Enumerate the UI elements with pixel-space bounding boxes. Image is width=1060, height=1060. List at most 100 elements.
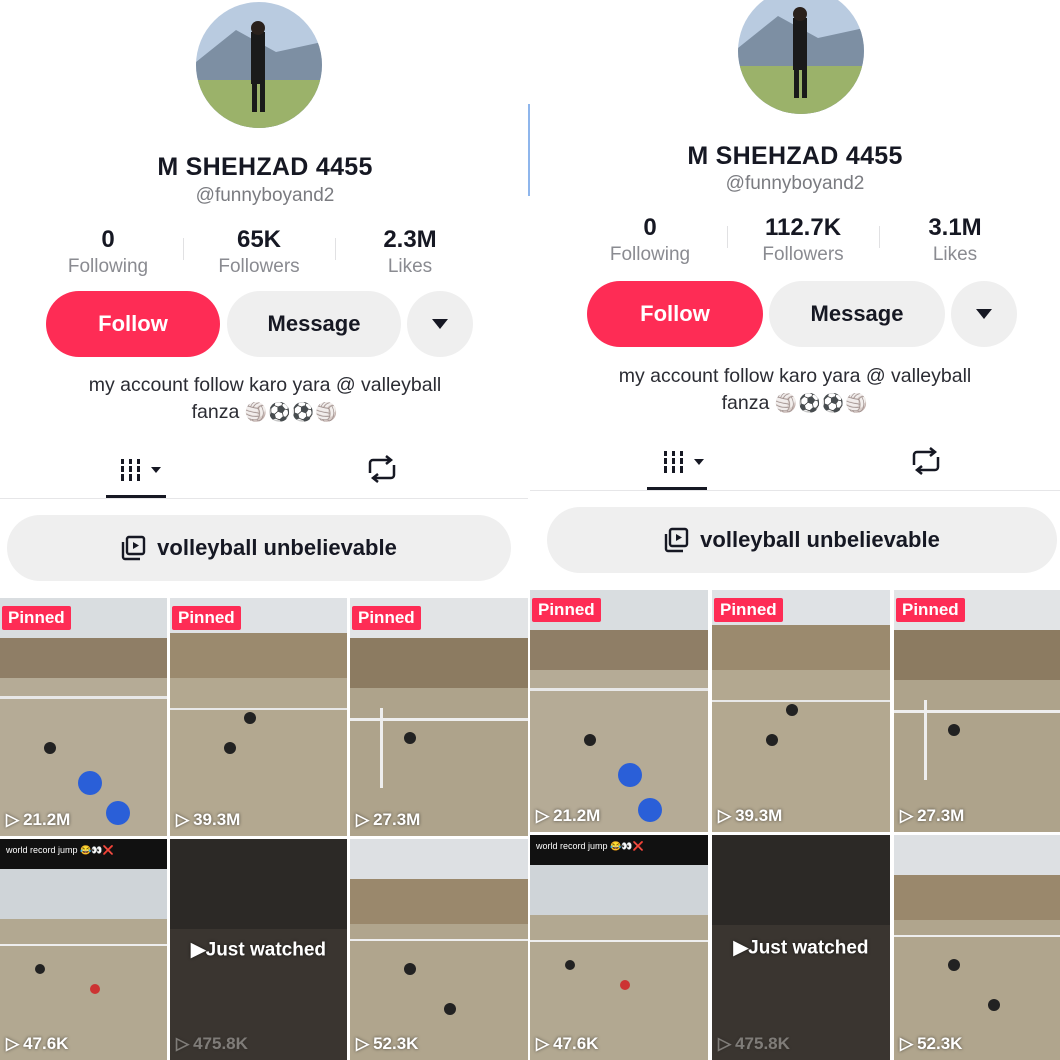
video-thumbnail[interactable]: Pinned ▷ 21.2M (0, 598, 167, 836)
just-watched-label: ▶Just watched (733, 937, 869, 958)
view-count: ▷ 27.3M (356, 810, 421, 829)
followers-count: 112.7K (764, 214, 842, 241)
stat-likes[interactable]: 2.3M Likes (340, 226, 480, 278)
following-label: Following (67, 256, 149, 277)
likes-label: Likes (932, 244, 978, 265)
play-icon: ▷ (536, 1034, 550, 1053)
following-count: 0 (643, 214, 657, 241)
view-count: ▷ 21.2M (6, 810, 71, 829)
video-caption: world record jump 😂👀❌ (536, 841, 644, 851)
follow-button[interactable]: Follow (587, 281, 763, 347)
stat-following[interactable]: 0 Following (38, 226, 178, 278)
chevron-down-icon (976, 309, 992, 319)
repost-icon[interactable] (364, 453, 400, 485)
play-icon: ▶ (191, 939, 206, 960)
video-thumbnail[interactable]: Pinned ▷ 39.3M (170, 598, 347, 836)
view-count: ▷ 475.8K (176, 1034, 248, 1053)
play-icon: ▶ (733, 937, 749, 958)
video-thumbnail[interactable]: Pinned ▷ 27.3M (894, 590, 1060, 832)
video-thumbnail[interactable]: ▶Just watched ▷ 475.8K (170, 839, 347, 1060)
followers-label: Followers (762, 244, 844, 265)
likes-count: 3.1M (928, 214, 982, 241)
message-button[interactable]: Message (769, 281, 945, 347)
view-count: ▷ 475.8K (718, 1034, 790, 1053)
video-caption: world record jump 😂👀❌ (6, 845, 114, 855)
avatar[interactable] (738, 0, 864, 114)
view-count: ▷ 21.2M (536, 806, 601, 825)
video-grid: Pinned ▷ 21.2M Pinned ▷ 39.3M Pinned ▷ 27.3… (530, 590, 1060, 1060)
playlist-icon (121, 535, 146, 561)
video-thumbnail[interactable]: ▷ 52.3K (894, 835, 1060, 1060)
view-count: ▷ 47.6K (536, 1034, 599, 1053)
stat-following[interactable]: 0 Following (580, 214, 720, 266)
profile-panel-right: M SHEHZAD 4455 @funnyboyand2 0 Following… (530, 0, 1060, 1060)
play-icon: ▷ (536, 806, 550, 825)
username-handle: @funnyboyand2 (725, 173, 865, 194)
video-thumbnail[interactable]: world record jump 😂👀❌ ▷ 47.6K (0, 839, 167, 1060)
bio-line-2: fanza (721, 392, 770, 414)
pinned-badge: Pinned (2, 606, 71, 630)
playlist-button[interactable]: volleyball unbelievable (547, 507, 1057, 573)
username-handle: @funnyboyand2 (195, 185, 335, 206)
display-name: M SHEHZAD 4455 (157, 153, 373, 181)
pinned-badge: Pinned (532, 598, 601, 622)
play-icon: ▷ (6, 1034, 20, 1053)
play-icon: ▷ (718, 1034, 732, 1053)
view-count: ▷ 47.6K (6, 1034, 69, 1053)
playlist-label: volleyball unbelievable (157, 535, 397, 560)
videos-grid-icon[interactable] (661, 447, 707, 477)
bio: my account follow karo yara @ valleyball… (530, 363, 1060, 417)
video-thumbnail[interactable]: Pinned ▷ 39.3M (712, 590, 890, 832)
view-count: ▷ 52.3K (356, 1034, 419, 1053)
followers-count: 65K (236, 226, 282, 253)
bio-emoji: 🏐⚽⚽🏐 (244, 402, 339, 423)
stat-followers[interactable]: 112.7K Followers (733, 214, 873, 266)
profile-panel-left: M SHEHZAD 4455 @funnyboyand2 0 Following… (0, 0, 530, 1060)
play-icon: ▷ (718, 806, 732, 825)
stat-followers[interactable]: 65K Followers (189, 226, 329, 278)
video-thumbnail[interactable]: Pinned ▷ 21.2M (530, 590, 708, 832)
videos-grid-icon[interactable] (118, 455, 164, 485)
view-count: ▷ 39.3M (176, 810, 241, 829)
bio-line-2: fanza (191, 401, 240, 423)
just-watched-label: ▶Just watched (191, 939, 326, 960)
playlist-label: volleyball unbelievable (700, 527, 940, 552)
repost-icon[interactable] (908, 445, 944, 477)
bio: my account follow karo yara @ valleyball… (0, 372, 530, 426)
play-icon: ▷ (900, 806, 914, 825)
play-icon: ▷ (6, 810, 20, 829)
bio-emoji: 🏐⚽⚽🏐 (774, 393, 869, 414)
pinned-badge: Pinned (896, 598, 965, 622)
play-icon: ▷ (356, 810, 370, 829)
display-name: M SHEHZAD 4455 (687, 142, 903, 170)
more-options-button[interactable] (951, 281, 1017, 347)
play-icon: ▷ (356, 1034, 370, 1053)
video-grid: Pinned ▷ 21.2M Pinned ▷ 39.3M Pinned ▷ 27.3… (0, 598, 530, 1060)
following-label: Following (609, 244, 691, 265)
video-thumbnail[interactable]: world record jump 😂👀❌ ▷ 47.6K (530, 835, 708, 1060)
pinned-badge: Pinned (172, 606, 241, 630)
chevron-down-icon (432, 319, 448, 329)
view-count: ▷ 52.3K (900, 1034, 963, 1053)
follow-button[interactable]: Follow (46, 291, 220, 357)
view-count: ▷ 27.3M (900, 806, 965, 825)
bio-line-1: my account follow karo yara @ valleyball (88, 374, 442, 396)
playlist-icon (664, 527, 689, 553)
video-thumbnail[interactable]: ▶Just watched ▷ 475.8K (712, 835, 890, 1060)
pinned-badge: Pinned (352, 606, 421, 630)
playlist-button[interactable]: volleyball unbelievable (7, 515, 511, 581)
stat-likes[interactable]: 3.1M Likes (885, 214, 1025, 266)
message-button[interactable]: Message (227, 291, 401, 357)
likes-count: 2.3M (383, 226, 437, 253)
play-icon: ▷ (176, 810, 190, 829)
bio-line-1: my account follow karo yara @ valleyball (618, 365, 972, 387)
play-icon: ▷ (176, 1034, 190, 1053)
video-thumbnail[interactable]: Pinned ▷ 27.3M (350, 598, 530, 836)
following-count: 0 (101, 226, 115, 253)
video-thumbnail[interactable]: ▷ 52.3K (350, 839, 530, 1060)
play-icon: ▷ (900, 1034, 914, 1053)
likes-label: Likes (387, 256, 433, 277)
followers-label: Followers (218, 256, 300, 277)
more-options-button[interactable] (407, 291, 473, 357)
avatar[interactable] (196, 2, 322, 128)
